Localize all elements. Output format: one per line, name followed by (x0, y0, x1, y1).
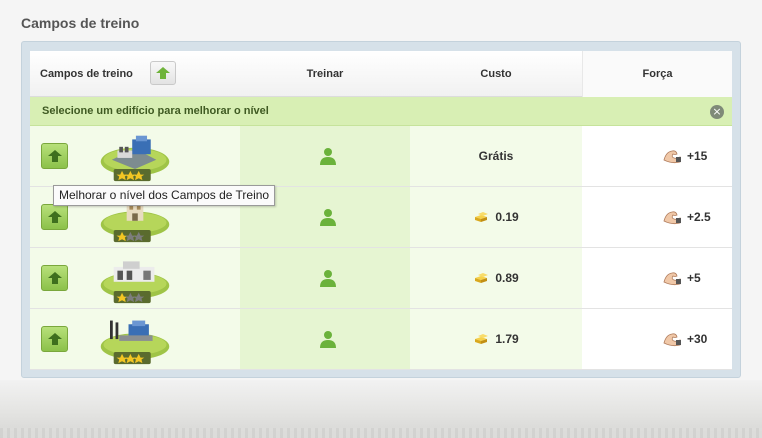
upgrade-tooltip: Melhorar o nível dos Campos de Treino (53, 185, 276, 206)
strength-value: +30 (687, 332, 708, 346)
gold-bars-icon (475, 212, 489, 222)
strength-cell: +30 (582, 309, 732, 369)
upgrade-button[interactable] (41, 204, 68, 230)
cost-value: 0.89 (495, 271, 519, 285)
upgrade-button[interactable] (41, 143, 68, 169)
train-cell (240, 248, 410, 308)
header-forca: Força (582, 51, 732, 97)
strength-value: +2.5 (687, 210, 711, 224)
table-row: Grátis +15 (30, 126, 732, 187)
cost-value: 1.79 (495, 332, 519, 346)
strength-arm-icon (663, 333, 681, 347)
table-row: 1.79 +30 (30, 309, 732, 370)
upgrade-all-button[interactable] (150, 61, 176, 85)
arrow-up-icon (156, 67, 170, 79)
table-header: Campos de treino Treinar Custo Força (30, 51, 732, 97)
arrow-up-icon (47, 150, 62, 162)
cost-value: 0.19 (495, 210, 519, 224)
user-train-icon[interactable] (319, 208, 337, 226)
building-cell (30, 126, 240, 186)
user-train-icon[interactable] (319, 269, 337, 287)
gold-bars-icon (475, 273, 489, 283)
upgrade-button[interactable] (41, 265, 68, 291)
upgrade-button[interactable] (41, 326, 68, 352)
user-train-icon[interactable] (319, 330, 337, 348)
strength-arm-icon (663, 211, 681, 225)
training-field-building-icon[interactable] (96, 254, 174, 304)
training-fields-table: Campos de treino Treinar Custo Força Sel… (30, 51, 732, 370)
info-notice: Selecione um edifício para melhorar o ní… (30, 97, 732, 126)
cost-cell: 1.79 (410, 309, 582, 369)
cost-value: Grátis (478, 149, 514, 163)
section-title: Campos de treino (21, 15, 140, 31)
building-cell (30, 309, 240, 369)
cost-cell: 0.89 (410, 248, 582, 308)
strength-value: +15 (687, 149, 708, 163)
table-row: 0.89 +5 (30, 248, 732, 309)
user-train-icon[interactable] (319, 147, 337, 165)
close-icon[interactable]: × (710, 105, 724, 119)
training-field-building-icon[interactable] (96, 315, 174, 365)
strength-arm-icon (663, 150, 681, 164)
arrow-up-icon (47, 211, 62, 223)
header-campos: Campos de treino (40, 68, 133, 80)
notice-text: Selecione um edifício para melhorar o ní… (42, 105, 269, 117)
gold-bars-icon (475, 334, 489, 344)
strength-cell: +15 (582, 126, 732, 186)
train-cell (240, 126, 410, 186)
strength-arm-icon (663, 272, 681, 286)
arrow-up-icon (47, 272, 62, 284)
strength-value: +5 (687, 271, 701, 285)
strength-cell: +2.5 (582, 187, 732, 247)
training-field-building-icon[interactable] (96, 132, 174, 182)
arrow-up-icon (47, 333, 62, 345)
train-cell (240, 309, 410, 369)
cost-cell: 0.19 (410, 187, 582, 247)
header-treinar: Treinar (306, 68, 344, 80)
header-custo: Custo (480, 68, 512, 80)
cost-cell: Grátis (410, 126, 582, 186)
page-background-bottom (0, 380, 762, 438)
strength-cell: +5 (582, 248, 732, 308)
building-cell (30, 248, 240, 308)
